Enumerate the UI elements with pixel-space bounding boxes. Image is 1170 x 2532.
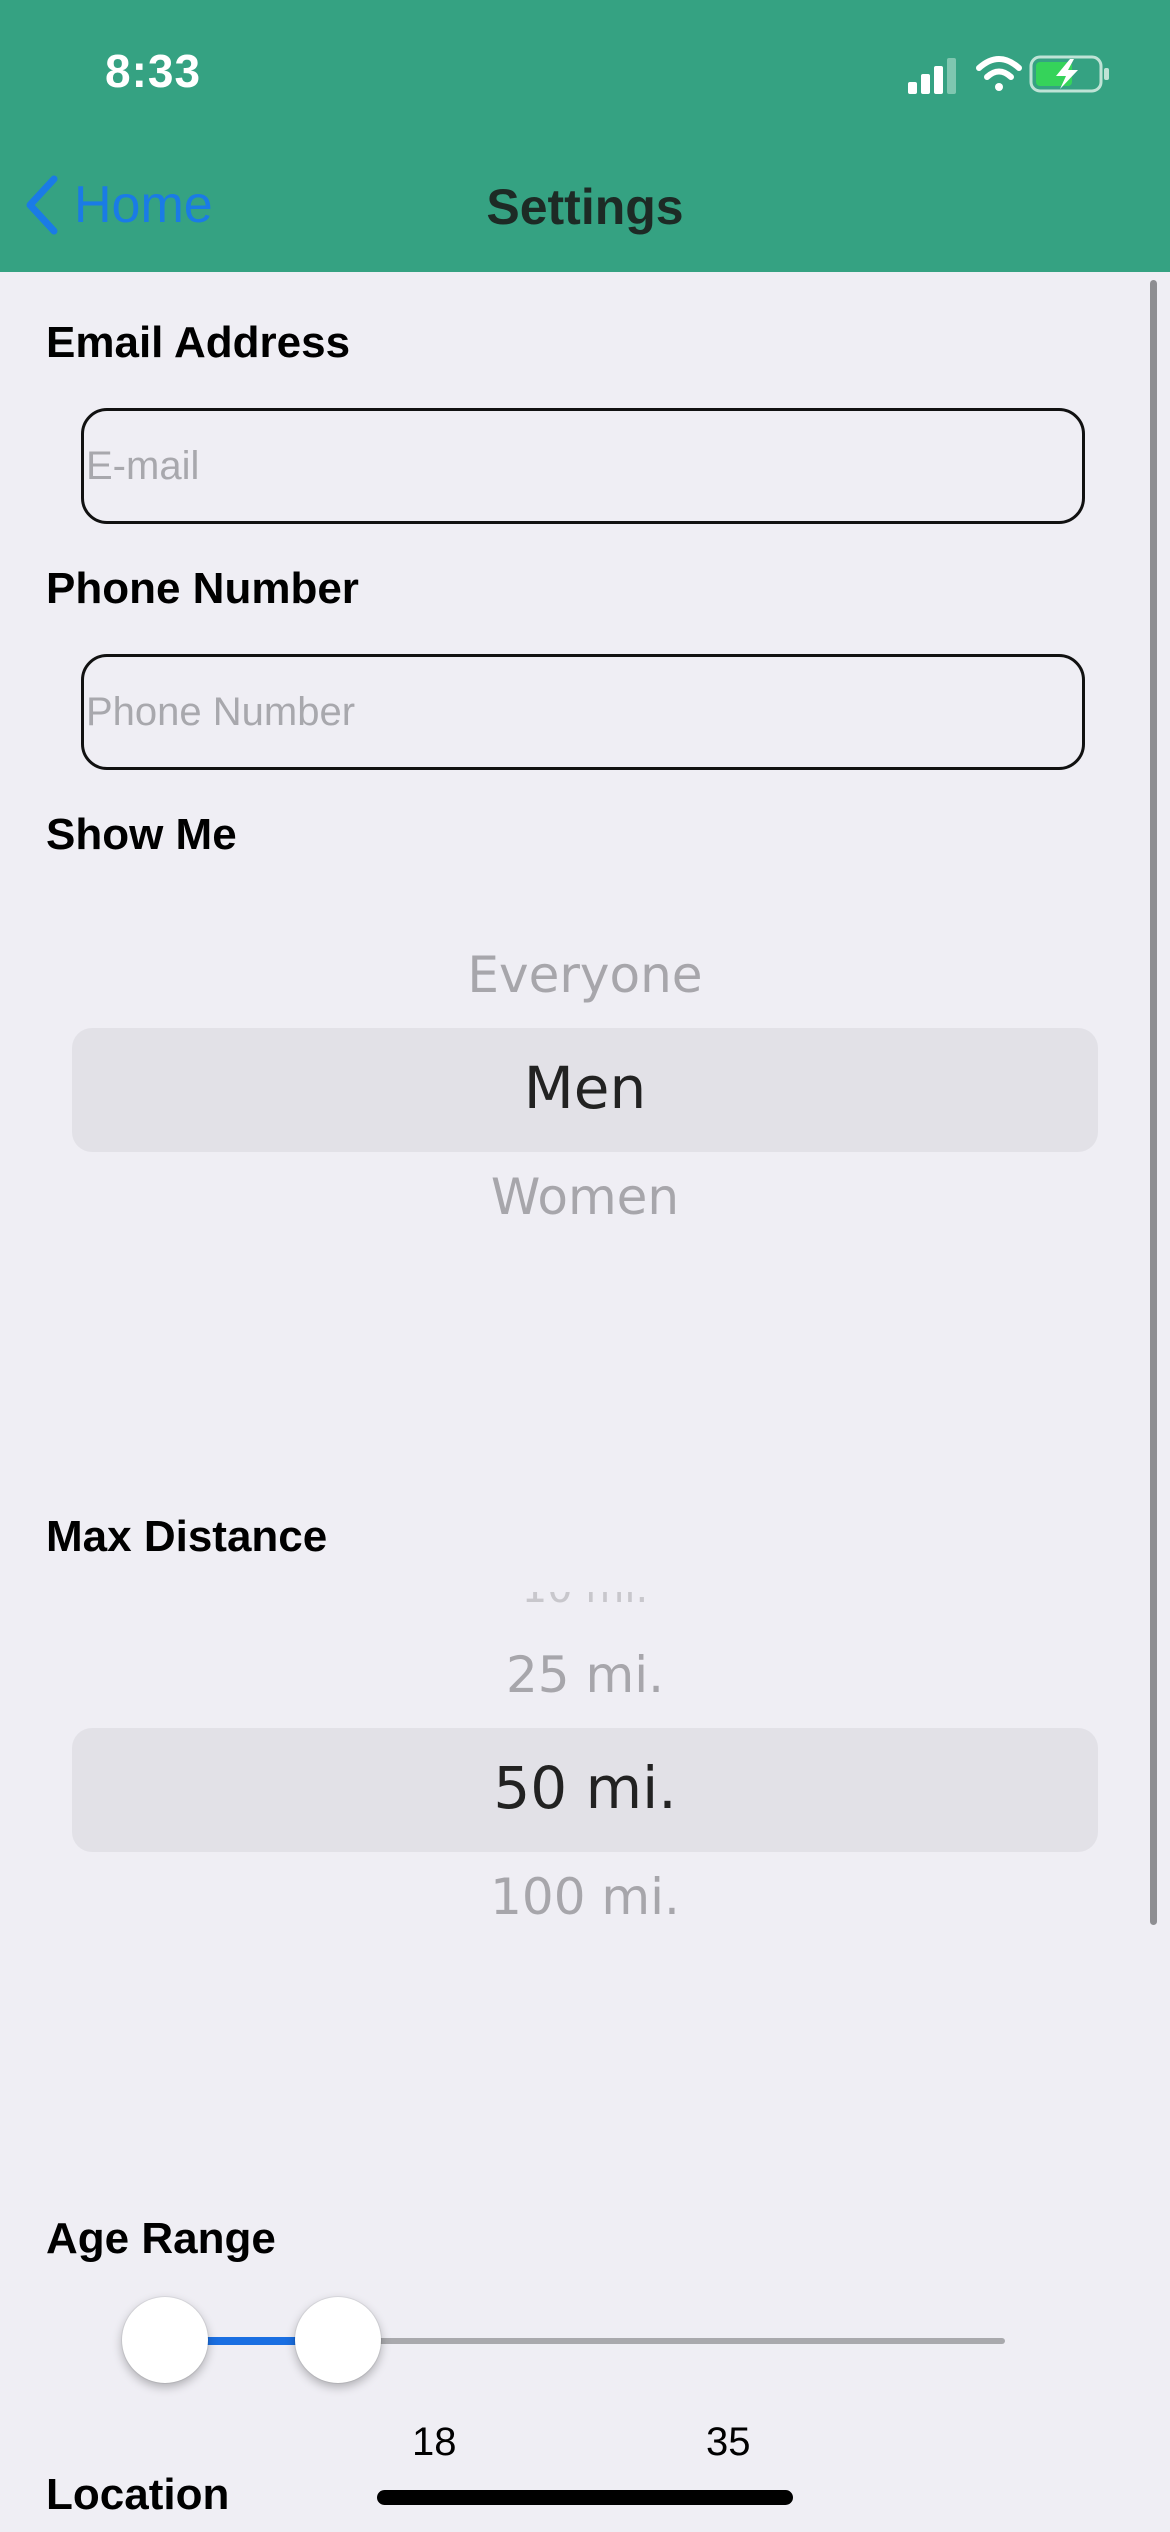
battery-charging-icon <box>1029 55 1109 93</box>
home-indicator[interactable] <box>377 2490 793 2505</box>
phone-label: Phone Number <box>46 564 359 613</box>
age-range-label: Age Range <box>46 2214 276 2263</box>
age-max-value: 35 <box>706 2420 751 2464</box>
cellular-signal-icon <box>908 58 956 94</box>
age-min-value: 18 <box>412 2420 457 2464</box>
status-icons <box>908 55 1109 94</box>
wifi-icon <box>976 56 1022 91</box>
max-distance-picker[interactable]: 10 mi. 25 mi. 50 mi. 100 mi. <box>72 1592 1098 1932</box>
email-label: Email Address <box>46 318 351 367</box>
picker-option-everyone[interactable]: Everyone <box>72 946 1098 1004</box>
show-me-label: Show Me <box>46 810 237 859</box>
phone-field[interactable] <box>81 654 1085 770</box>
navigation-header: 8:33 Home Settings <box>0 0 1170 272</box>
age-min-slider-thumb[interactable] <box>122 2297 208 2383</box>
email-field[interactable] <box>81 408 1085 524</box>
show-me-picker[interactable]: Everyone Men Women <box>72 940 1098 1260</box>
picker-option-women[interactable]: Women <box>72 1168 1098 1226</box>
max-distance-label: Max Distance <box>46 1512 328 1561</box>
page-title: Settings <box>486 179 684 235</box>
location-label: Location <box>46 2470 230 2519</box>
vertical-scrollbar[interactable] <box>1150 280 1157 1925</box>
picker-option-25-mi[interactable]: 25 mi. <box>72 1646 1098 1704</box>
status-time: 8:33 <box>105 45 202 97</box>
picker-option-100-mi[interactable]: 100 mi. <box>72 1868 1098 1926</box>
picker-option-men[interactable]: Men <box>72 1054 1098 1122</box>
age-max-slider-thumb[interactable] <box>295 2297 381 2383</box>
picker-option-50-mi[interactable]: 50 mi. <box>72 1754 1098 1822</box>
picker-option-10-mi[interactable]: 10 mi. <box>72 1592 1098 1612</box>
